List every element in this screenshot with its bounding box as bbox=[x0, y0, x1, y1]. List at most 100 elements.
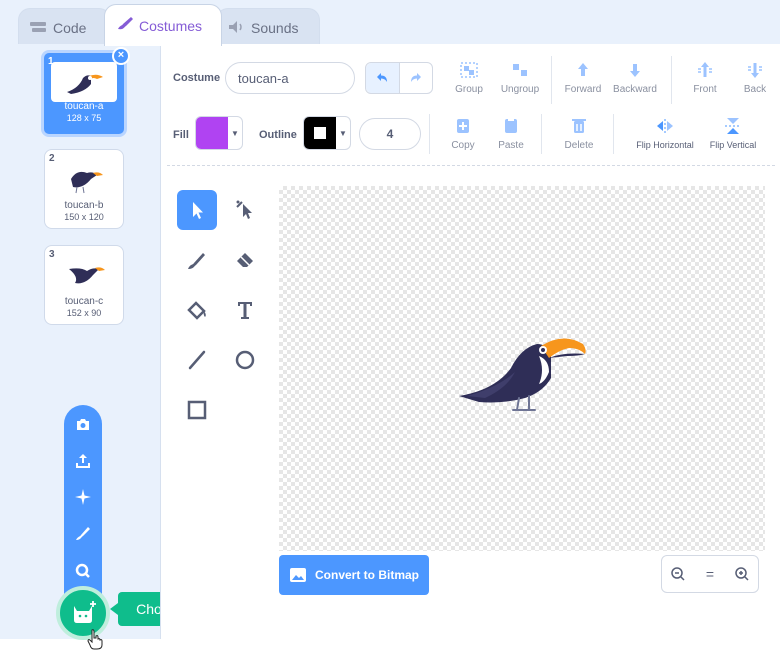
front-button[interactable]: Front bbox=[685, 60, 725, 95]
ungroup-label: Ungroup bbox=[500, 84, 540, 95]
flip-vertical-icon bbox=[725, 118, 741, 134]
copy-button[interactable]: Copy bbox=[443, 116, 483, 151]
brush-icon bbox=[188, 253, 205, 269]
paint-bucket-icon bbox=[187, 301, 206, 320]
line-tool[interactable] bbox=[177, 340, 217, 380]
flip-vertical-label: Flip Vertical bbox=[709, 140, 757, 150]
surprise-icon[interactable] bbox=[73, 487, 93, 507]
circle-icon bbox=[235, 350, 255, 370]
zoom-out-button[interactable] bbox=[662, 556, 694, 592]
ungroup-icon bbox=[513, 64, 527, 76]
convert-to-bitmap-label: Convert to Bitmap bbox=[315, 568, 420, 582]
chevron-down-icon: ▼ bbox=[231, 128, 239, 138]
group-button[interactable]: Group bbox=[447, 60, 491, 95]
text-icon bbox=[238, 302, 252, 319]
fill-label: Fill bbox=[173, 129, 189, 141]
back-button[interactable]: Back bbox=[735, 60, 775, 95]
toolbar-separator bbox=[551, 56, 552, 104]
group-label: Group bbox=[455, 84, 483, 95]
undo-icon bbox=[377, 73, 388, 82]
brush-tool[interactable] bbox=[177, 240, 217, 280]
costume-name-input[interactable] bbox=[225, 62, 355, 94]
outline-color-swatch bbox=[304, 117, 336, 149]
convert-to-bitmap-button[interactable]: Convert to Bitmap bbox=[279, 555, 429, 595]
costume-item-3[interactable]: 3 toucan-c 152 x 90 bbox=[44, 245, 124, 325]
line-icon bbox=[188, 350, 206, 370]
costume-thumbnail bbox=[51, 62, 117, 102]
reshape-tool[interactable] bbox=[225, 190, 265, 230]
toolbar-separator bbox=[429, 114, 430, 154]
front-label: Front bbox=[693, 84, 717, 95]
toucan-thumbnail-icon bbox=[71, 171, 103, 194]
flip-horizontal-icon bbox=[657, 119, 673, 133]
toucan-thumbnail-icon bbox=[69, 267, 105, 284]
undo-button[interactable] bbox=[366, 63, 400, 93]
paint-editor-app: Code Costumes Sounds 1 toucan-a 128 x 75… bbox=[0, 0, 780, 650]
code-icon bbox=[30, 22, 46, 32]
zoom-in-button[interactable] bbox=[726, 556, 758, 592]
reshape-icon bbox=[236, 200, 252, 219]
toucan-thumbnail-icon bbox=[67, 74, 103, 94]
flip-vertical-button[interactable]: Flip Vertical bbox=[703, 116, 763, 150]
paint-editor: Costume Group bbox=[160, 44, 780, 639]
chevron-down-icon: ▼ bbox=[339, 128, 347, 138]
text-tool[interactable] bbox=[225, 290, 265, 330]
ungroup-button[interactable]: Ungroup bbox=[495, 60, 545, 95]
arrow-select-icon bbox=[193, 202, 203, 219]
costume-name: toucan-a bbox=[64, 101, 104, 112]
tab-costumes-label: Costumes bbox=[139, 17, 203, 34]
paste-label: Paste bbox=[498, 140, 524, 151]
circle-tool[interactable] bbox=[225, 340, 265, 380]
paint-canvas[interactable] bbox=[279, 186, 765, 551]
fill-tool[interactable] bbox=[177, 290, 217, 330]
back-label: Back bbox=[743, 84, 767, 95]
select-tool[interactable] bbox=[177, 190, 217, 230]
toolbar-divider bbox=[167, 165, 775, 166]
costume-name: toucan-c bbox=[64, 296, 104, 307]
image-icon bbox=[290, 568, 306, 582]
toolbar-separator bbox=[541, 114, 542, 154]
forward-button[interactable]: Forward bbox=[559, 60, 607, 95]
front-icon bbox=[698, 62, 712, 77]
rectangle-tool[interactable] bbox=[177, 390, 217, 430]
paste-button[interactable]: Paste bbox=[491, 116, 531, 151]
costume-item-2[interactable]: 2 toucan-b 150 x 120 bbox=[44, 149, 124, 229]
toolbar-separator bbox=[671, 56, 672, 104]
costume-size: 152 x 90 bbox=[66, 308, 102, 318]
paint-icon[interactable] bbox=[73, 523, 93, 543]
backward-button[interactable]: Backward bbox=[609, 60, 661, 95]
tab-sounds-label: Sounds bbox=[251, 19, 299, 36]
upload-icon[interactable] bbox=[73, 451, 93, 471]
costume-item-1[interactable]: 1 toucan-a 128 x 75 × bbox=[41, 47, 130, 137]
fill-color-picker[interactable]: ▼ bbox=[195, 116, 243, 150]
tab-code[interactable]: Code bbox=[18, 8, 111, 46]
zoom-controls: = bbox=[661, 555, 759, 593]
costume-size: 128 x 75 bbox=[66, 113, 102, 123]
tab-costumes[interactable]: Costumes bbox=[104, 4, 222, 46]
camera-icon[interactable] bbox=[73, 415, 93, 435]
forward-label: Forward bbox=[564, 84, 602, 95]
rectangle-icon bbox=[187, 400, 207, 420]
tab-sounds[interactable]: Sounds bbox=[216, 8, 320, 46]
search-icon[interactable] bbox=[73, 561, 93, 581]
zoom-reset-button[interactable]: = bbox=[694, 556, 726, 592]
backward-icon bbox=[630, 64, 640, 77]
delete-button[interactable]: Delete bbox=[559, 116, 599, 151]
delete-label: Delete bbox=[564, 140, 594, 151]
eraser-tool[interactable] bbox=[225, 240, 265, 280]
flip-horizontal-button[interactable]: Flip Horizontal bbox=[627, 116, 703, 150]
costume-thumbnail bbox=[53, 257, 117, 293]
outline-color-picker[interactable]: ▼ bbox=[303, 116, 351, 150]
backward-label: Backward bbox=[613, 84, 657, 95]
redo-button[interactable] bbox=[400, 63, 433, 93]
zoom-out-icon bbox=[671, 567, 685, 581]
copy-label: Copy bbox=[451, 140, 475, 151]
delete-costume-button[interactable]: × bbox=[112, 47, 130, 65]
costume-thumbnail bbox=[53, 161, 117, 197]
costume-list: 1 toucan-a 128 x 75 × 2 toucan-b 150 x 1… bbox=[0, 44, 274, 650]
brush-icon bbox=[118, 17, 133, 30]
group-icon bbox=[460, 62, 478, 78]
paste-icon bbox=[505, 118, 517, 133]
toolbar-separator bbox=[613, 114, 614, 154]
outline-width-input[interactable] bbox=[359, 118, 421, 150]
